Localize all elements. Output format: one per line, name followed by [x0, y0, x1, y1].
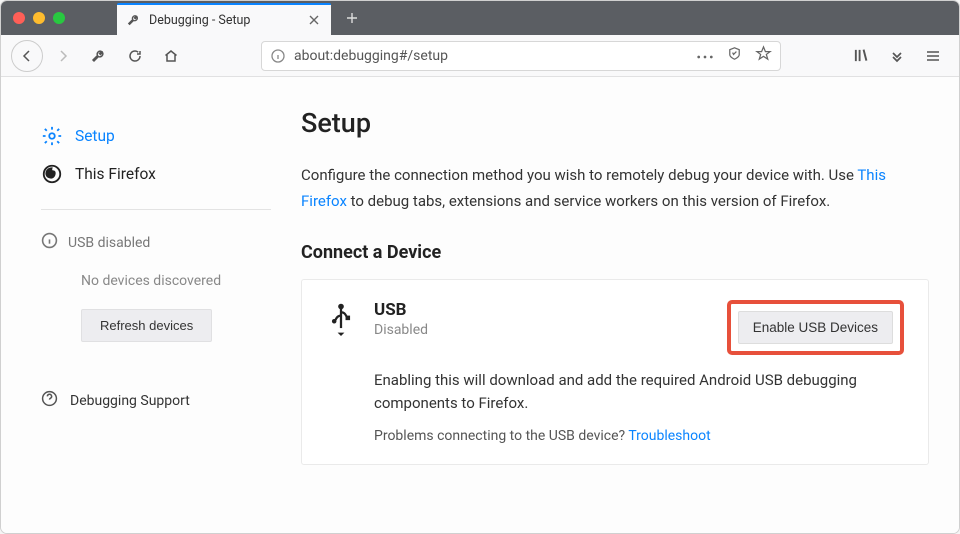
usb-troubleshoot-row: Problems connecting to the USB device? T… — [374, 428, 904, 444]
usb-icon — [326, 302, 356, 332]
window-titlebar: Debugging - Setup — [1, 1, 959, 35]
usb-status-text: USB disabled — [68, 235, 150, 251]
sidebar-item-setup[interactable]: Setup — [41, 117, 271, 155]
usb-description: Enabling this will download and add the … — [374, 369, 904, 416]
library-button[interactable] — [845, 40, 877, 72]
reader-icon[interactable] — [726, 45, 743, 66]
intro-text: Configure the connection method you wish… — [301, 163, 929, 214]
bookmark-icon[interactable] — [755, 45, 772, 66]
gear-icon — [41, 125, 63, 147]
wrench-icon — [127, 13, 141, 27]
firefox-icon — [41, 163, 63, 185]
dev-tools-button[interactable] — [83, 40, 115, 72]
reload-button[interactable] — [119, 40, 151, 72]
traffic-lights — [1, 1, 77, 35]
overflow-button[interactable] — [881, 40, 913, 72]
window-minimize-button[interactable] — [33, 12, 45, 24]
sidebar-item-label: This Firefox — [75, 165, 156, 183]
page-actions-icon[interactable] — [696, 48, 714, 64]
info-icon — [41, 232, 58, 253]
usb-title: USB — [374, 300, 727, 320]
sidebar-item-this-firefox[interactable]: This Firefox — [41, 155, 271, 193]
enable-usb-devices-button[interactable]: Enable USB Devices — [738, 311, 893, 344]
info-icon[interactable] — [270, 48, 286, 64]
connect-device-heading: Connect a Device — [301, 242, 929, 263]
troubleshoot-link[interactable]: Troubleshoot — [628, 428, 710, 444]
tab-close-icon[interactable] — [307, 13, 321, 27]
window-close-button[interactable] — [13, 12, 25, 24]
home-button[interactable] — [155, 40, 187, 72]
url-bar[interactable]: about:debugging#/setup — [261, 41, 781, 71]
new-tab-button[interactable] — [337, 3, 367, 33]
sidebar-divider — [41, 209, 271, 210]
window-zoom-button[interactable] — [53, 12, 65, 24]
back-button[interactable] — [11, 40, 43, 72]
refresh-devices-button[interactable]: Refresh devices — [81, 309, 212, 342]
tab-title: Debugging - Setup — [149, 13, 299, 28]
no-devices-text: No devices discovered — [41, 257, 271, 309]
usb-device-card: USB Disabled Enable USB Devices Enabling… — [301, 279, 929, 465]
usb-status-row: USB disabled — [41, 228, 271, 257]
highlight-ring: Enable USB Devices — [727, 300, 904, 355]
debugging-support-link[interactable]: Debugging Support — [41, 390, 271, 411]
debugging-support-label: Debugging Support — [70, 393, 190, 409]
help-icon — [41, 390, 58, 411]
page-title: Setup — [301, 107, 929, 139]
url-text: about:debugging#/setup — [294, 48, 688, 64]
sidebar: Setup This Firefox USB disabled No devic… — [1, 77, 291, 533]
usb-status: Disabled — [374, 322, 727, 338]
forward-button[interactable] — [47, 40, 79, 72]
browser-tab[interactable]: Debugging - Setup — [117, 3, 331, 35]
browser-toolbar: about:debugging#/setup — [1, 35, 959, 77]
sidebar-item-label: Setup — [75, 127, 115, 145]
menu-button[interactable] — [917, 40, 949, 72]
main-content: Setup Configure the connection method yo… — [291, 77, 959, 533]
